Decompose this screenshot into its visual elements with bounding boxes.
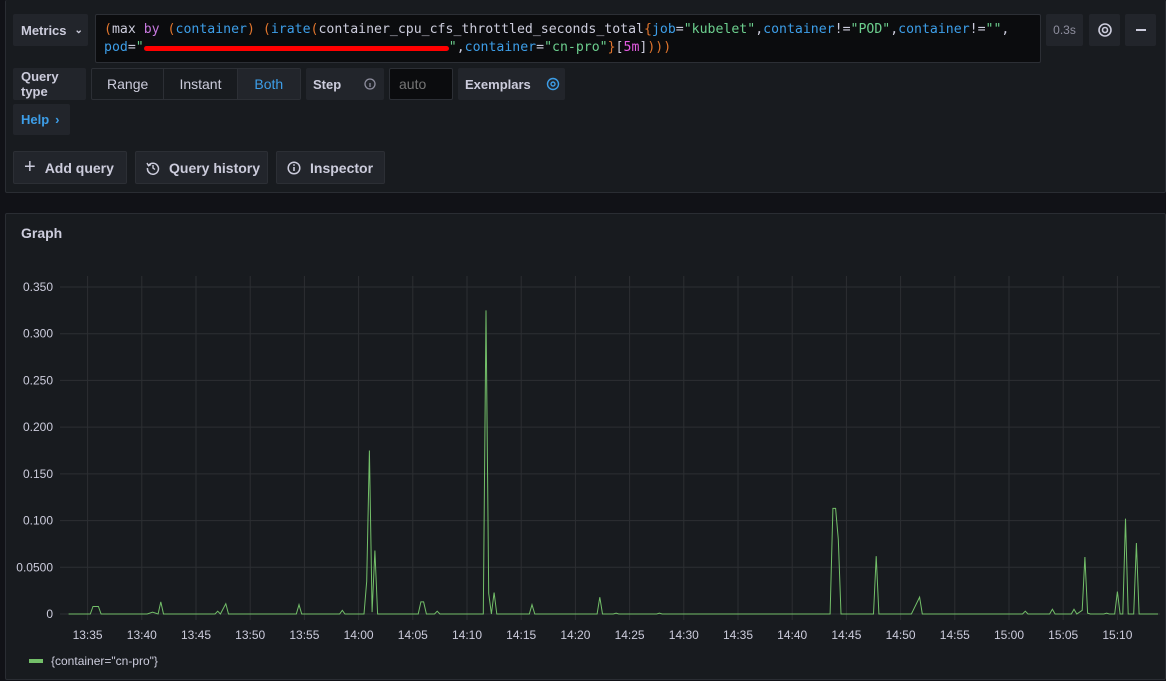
series-line	[68, 310, 1158, 615]
y-tick-label: 0.150	[23, 467, 53, 481]
x-tick-label: 15:05	[1048, 628, 1078, 642]
y-tick-label: 0.250	[23, 373, 53, 387]
y-tick-label: 0.300	[23, 327, 53, 341]
x-tick-label: 14:10	[452, 628, 482, 642]
x-tick-label: 13:40	[127, 628, 157, 642]
x-tick-label: 14:40	[777, 628, 807, 642]
legend-swatch	[29, 659, 43, 663]
x-tick-label: 14:35	[723, 628, 753, 642]
legend-item[interactable]: {container="cn-pro"}	[51, 654, 158, 668]
x-tick-label: 14:30	[669, 628, 699, 642]
x-tick-label: 14:20	[560, 628, 590, 642]
x-tick-label: 14:00	[344, 628, 374, 642]
x-tick-label: 13:55	[289, 628, 319, 642]
y-tick-label: 0.100	[23, 514, 53, 528]
x-tick-label: 15:00	[994, 628, 1024, 642]
x-tick-label: 13:35	[73, 628, 103, 642]
x-tick-label: 15:10	[1102, 628, 1132, 642]
x-tick-label: 13:45	[181, 628, 211, 642]
x-tick-label: 14:55	[940, 628, 970, 642]
y-tick-label: 0.0500	[16, 560, 53, 574]
x-tick-label: 14:05	[398, 628, 428, 642]
legend: {container="cn-pro"}	[29, 654, 158, 668]
y-tick-label: 0	[46, 607, 53, 621]
y-tick-label: 0.350	[23, 280, 53, 294]
y-tick-label: 0.200	[23, 420, 53, 434]
x-tick-label: 14:15	[506, 628, 536, 642]
x-tick-label: 14:50	[886, 628, 916, 642]
x-tick-label: 13:50	[235, 628, 265, 642]
x-tick-label: 14:45	[831, 628, 861, 642]
x-tick-label: 14:25	[615, 628, 645, 642]
graph-chart: 0 0.0500 0.100 0.150 0.200 0.250 0.300 0.350 13:…	[16, 276, 1160, 642]
